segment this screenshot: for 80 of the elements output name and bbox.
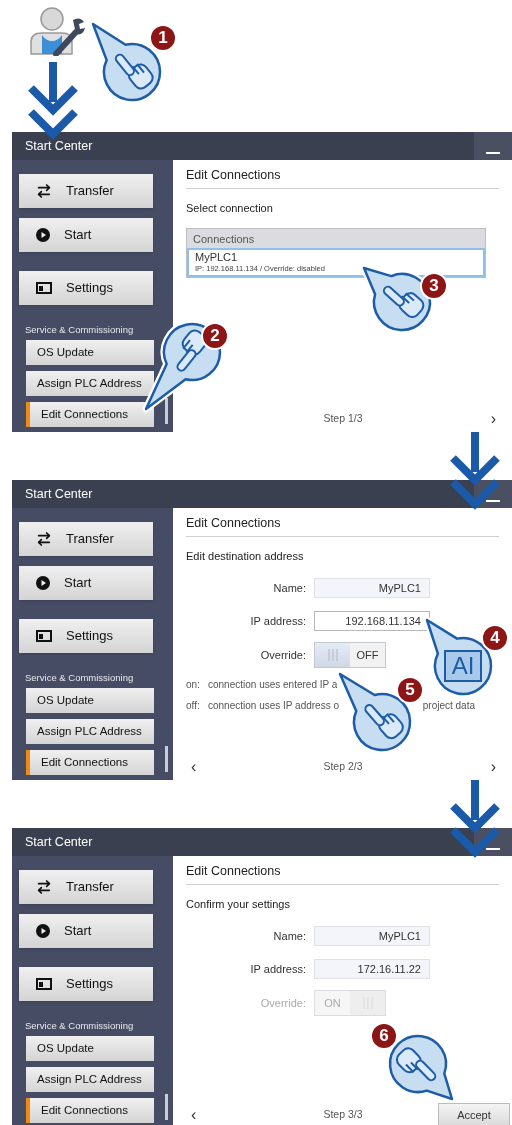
next-button[interactable]: › <box>490 411 496 427</box>
sidebar-menu-item[interactable]: Edit Connections <box>26 750 154 776</box>
section-label: Service & Commissioning <box>25 323 135 337</box>
section-subtitle: Confirm your settings <box>186 896 291 912</box>
back-button[interactable]: ‹ <box>191 1107 197 1123</box>
text-field[interactable]: 172.16.11.22 <box>314 959 430 980</box>
scroll-bar[interactable] <box>165 746 168 772</box>
person-with-wrench-icon <box>28 6 86 56</box>
play-circle-icon <box>36 924 50 938</box>
sidebar-button[interactable]: Transfer <box>19 870 153 904</box>
section-label: Service & Commissioning <box>25 1019 135 1033</box>
sidebar-menu-item[interactable]: Edit Connections <box>26 1098 154 1124</box>
toggle-thumb[interactable] <box>315 643 350 668</box>
field-label: IP address: <box>249 962 306 977</box>
step-indicator: Step 1/3 <box>322 411 364 427</box>
toggle-state-label: ON <box>323 996 342 1011</box>
text-field[interactable]: 192.168.11.134 <box>314 611 430 632</box>
transfer-arrows-icon <box>36 879 52 895</box>
note-text: connection uses entered IP a <box>208 678 338 693</box>
sidebar-button[interactable]: Transfer <box>19 174 153 208</box>
window-title: Start Center <box>25 833 93 851</box>
window-title: Start Center <box>25 485 93 503</box>
step-indicator: Step 2/3 <box>322 759 364 775</box>
field-label: Name: <box>272 929 306 944</box>
section-label: Service & Commissioning <box>25 671 135 685</box>
accept-button[interactable]: Accept <box>438 1103 510 1125</box>
field-label: Override: <box>259 996 306 1011</box>
transfer-arrows-icon <box>36 183 52 199</box>
step-number-marker: 1 <box>149 24 177 52</box>
next-button[interactable]: › <box>490 759 496 775</box>
sidebar-button[interactable]: Settings <box>19 271 153 305</box>
connection-name: MyPLC1 <box>195 251 239 265</box>
text-field[interactable]: MyPLC1 <box>314 926 430 947</box>
sidebar-button[interactable]: Settings <box>19 967 153 1001</box>
field-label: IP address: <box>249 614 306 629</box>
note-text: project data <box>422 699 475 714</box>
note-key: off: <box>186 698 208 714</box>
transfer-arrows-icon <box>36 531 52 547</box>
field-label: Override: <box>259 648 306 663</box>
text-input-symbol: AI <box>444 650 482 682</box>
sidebar-menu-item[interactable]: Assign PLC Address <box>26 1067 154 1093</box>
sidebar-menu-item[interactable]: Edit Connections <box>26 402 154 428</box>
sidebar-button[interactable]: Start <box>19 566 153 600</box>
scroll-bar[interactable] <box>165 398 168 424</box>
list-header: Connections <box>187 229 485 249</box>
panel-icon <box>36 978 52 990</box>
page-title: Edit Connections <box>186 515 282 532</box>
section-subtitle: Select connection <box>186 200 274 216</box>
sidebar-button[interactable]: Start <box>19 914 153 948</box>
play-circle-icon <box>36 576 50 590</box>
toggle-state-label: OFF <box>355 648 380 663</box>
override-toggle[interactable]: OFF <box>314 642 386 669</box>
minimize-button[interactable] <box>474 132 512 160</box>
grip-icon <box>327 649 338 662</box>
minimize-icon <box>486 848 500 850</box>
window-title: Start Center <box>25 137 93 155</box>
minimize-icon <box>486 152 500 154</box>
back-button[interactable]: ‹ <box>191 759 197 775</box>
step-indicator: Step 3/3 <box>322 1107 364 1123</box>
sidebar-menu-item[interactable]: OS Update <box>26 1036 154 1062</box>
text-field[interactable]: MyPLC1 <box>314 578 430 599</box>
panel-icon <box>36 282 52 294</box>
page-title: Edit Connections <box>186 863 282 880</box>
sidebar-menu-item[interactable]: Assign PLC Address <box>26 719 154 745</box>
tap-callout-drawing <box>386 1032 456 1103</box>
section-subtitle: Edit destination address <box>186 548 305 564</box>
minimize-icon <box>486 500 500 502</box>
note-key: on: <box>186 677 208 693</box>
scroll-bar[interactable] <box>165 1094 168 1120</box>
page-title: Edit Connections <box>186 167 282 184</box>
note-text: connection uses IP address o <box>208 699 339 714</box>
play-circle-icon <box>36 228 50 242</box>
sidebar-menu-item[interactable]: OS Update <box>26 340 154 366</box>
sidebar-button[interactable]: Start <box>19 218 153 252</box>
sidebar-button[interactable]: Settings <box>19 619 153 653</box>
sidebar-menu-item[interactable]: Assign PLC Address <box>26 371 154 397</box>
panel-icon <box>36 630 52 642</box>
sidebar-button[interactable]: Transfer <box>19 522 153 556</box>
sidebar-menu-item[interactable]: OS Update <box>26 688 154 714</box>
field-label: Name: <box>272 581 306 596</box>
